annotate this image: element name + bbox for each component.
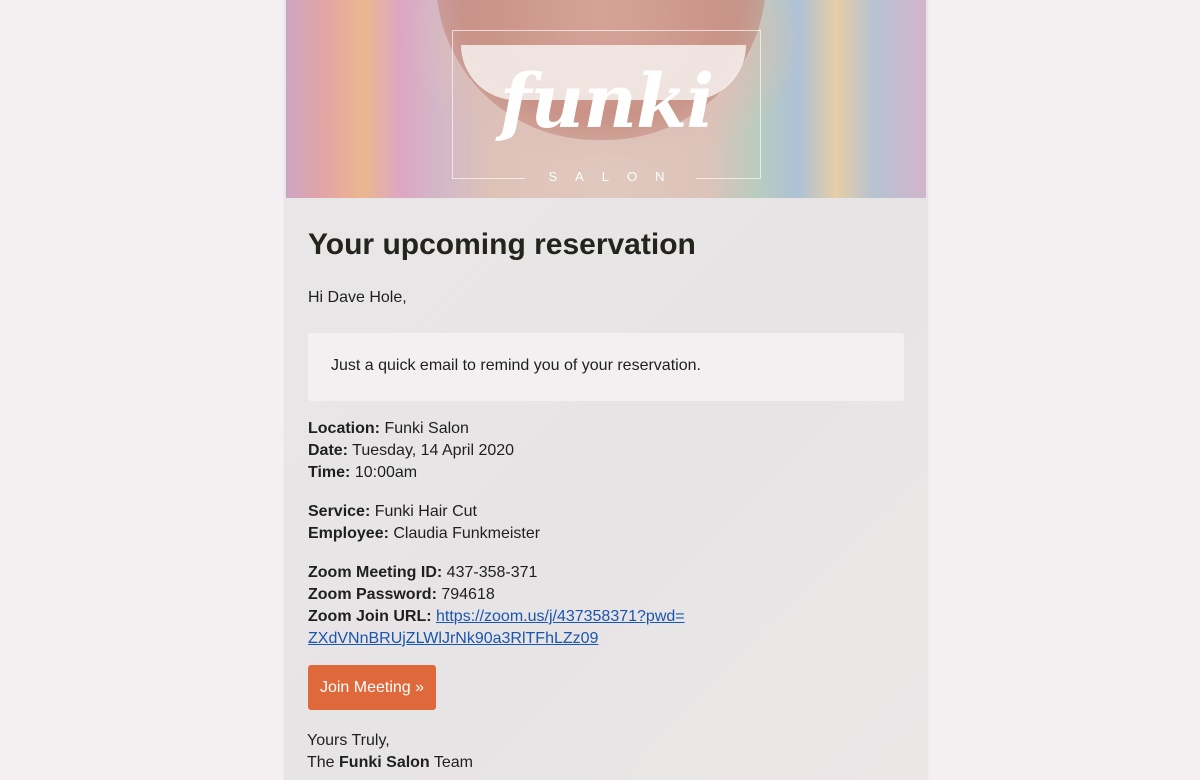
zoom-details: Zoom Meeting ID: 437-358-371 Zoom Passwo… — [308, 562, 904, 650]
reservation-details: Location: Funki Salon Date: Tuesday, 14 … — [308, 418, 904, 484]
zoom-url-line1[interactable]: https://zoom.us/j/437358371?pwd= — [436, 608, 685, 625]
zoom-password-label: Zoom Password: — [308, 586, 437, 603]
zoom-id-value: 437-358-371 — [446, 564, 538, 581]
date-label: Date: — [308, 442, 349, 459]
brand-logo: funki — [499, 59, 715, 145]
zoom-id-label: Zoom Meeting ID: — [308, 564, 443, 581]
join-meeting-button[interactable]: Join Meeting » — [308, 665, 436, 710]
logo-frame: funki SALON — [452, 30, 761, 184]
signoff-line1: Yours Truly, — [307, 732, 390, 749]
reminder-notice-box: Just a quick email to remind you of your… — [308, 333, 904, 401]
zoom-id-row: Zoom Meeting ID: 437-358-371 — [308, 562, 904, 584]
date-row: Date: Tuesday, 14 April 2020 — [308, 440, 904, 462]
date-value: Tuesday, 14 April 2020 — [352, 442, 515, 459]
brand-logo-subtitle: SALON — [548, 169, 683, 184]
reminder-notice-text: Just a quick email to remind you of your… — [331, 357, 701, 374]
employee-label: Employee: — [308, 525, 389, 542]
service-label: Service: — [308, 503, 371, 520]
zoom-password-row: Zoom Password: 794618 — [308, 584, 904, 606]
location-label: Location: — [308, 420, 380, 437]
zoom-url-row: Zoom Join URL: https://zoom.us/j/4373583… — [308, 606, 904, 650]
signoff-line2: The Funki Salon Team — [307, 752, 473, 774]
service-details: Service: Funki Hair Cut Employee: Claudi… — [308, 501, 904, 545]
employee-row: Employee: Claudia Funkmeister — [308, 523, 904, 545]
zoom-url-label: Zoom Join URL: — [308, 608, 432, 625]
location-row: Location: Funki Salon — [308, 418, 904, 440]
time-row: Time: 10:00am — [308, 462, 904, 484]
zoom-password-value: 794618 — [441, 586, 495, 603]
greeting: Hi Dave Hole, — [308, 289, 407, 306]
time-value: 10:00am — [354, 464, 418, 481]
signoff: Yours Truly, The Funki Salon Team — [307, 730, 473, 774]
time-label: Time: — [308, 464, 351, 481]
service-row: Service: Funki Hair Cut — [308, 501, 904, 523]
page-title: Your upcoming reservation — [308, 228, 696, 261]
zoom-url-line2[interactable]: ZXdVNnBRUjZLWlJrNk90a3RlTFhLZz09 — [308, 630, 598, 647]
service-value: Funki Hair Cut — [374, 503, 477, 520]
employee-value: Claudia Funkmeister — [393, 525, 541, 542]
signoff-team-name: Funki Salon — [339, 754, 430, 771]
location-value: Funki Salon — [384, 420, 469, 437]
header-banner-image: funki SALON — [286, 0, 926, 198]
signoff-prefix: The — [307, 754, 335, 771]
email-container: funki SALON Your upcoming reservation Hi… — [284, 0, 928, 780]
signoff-suffix: Team — [433, 754, 473, 771]
